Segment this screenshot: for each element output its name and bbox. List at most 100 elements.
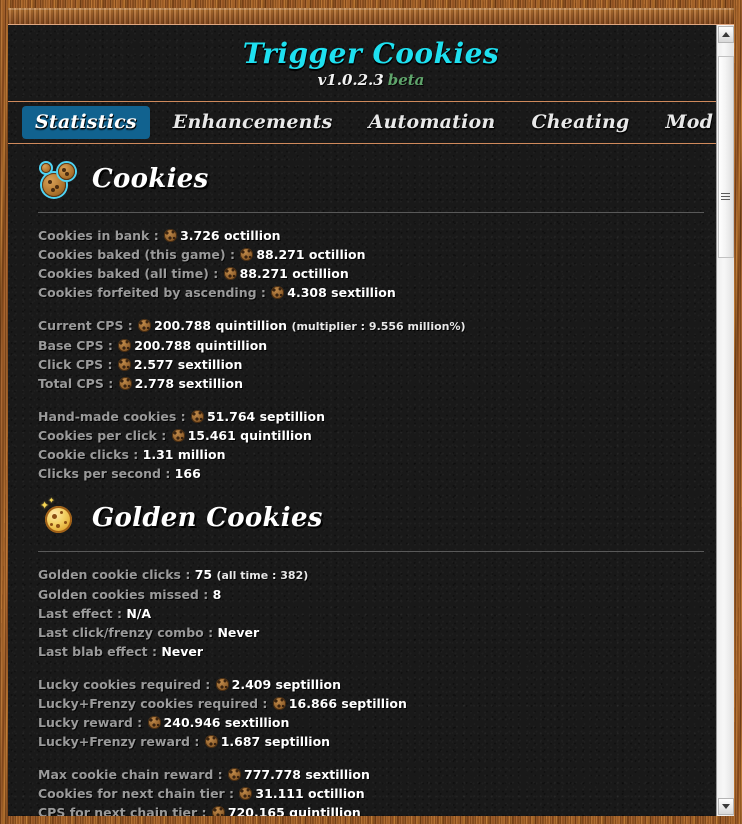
statistics-panel: Trigger Cookies v1.0.2.3 beta Statistics E… xyxy=(8,25,734,816)
cookie-icon xyxy=(147,716,161,730)
app-channel: beta xyxy=(387,71,425,90)
stat-value: Never xyxy=(161,644,204,660)
cookie-icon xyxy=(223,267,237,281)
stat-row: Base CPS : 200.788 quintillion xyxy=(38,336,704,355)
stat-value: 75 xyxy=(194,567,213,583)
stat-label: Lucky reward : xyxy=(38,715,143,731)
scroll-down-arrow-glyph xyxy=(722,804,730,809)
vertical-scrollbar[interactable] xyxy=(716,25,734,816)
stat-note: (all time : 382) xyxy=(216,569,309,583)
cookie-icon xyxy=(117,358,131,372)
tab-statistics[interactable]: Statistics xyxy=(22,106,150,140)
cookie-icon xyxy=(204,735,218,749)
stat-value: 88.271 octillion xyxy=(239,266,349,282)
tab-automation[interactable]: Automation xyxy=(356,106,509,139)
stat-row: Last blab effect : Never xyxy=(38,642,704,661)
stat-value: 31.111 octillion xyxy=(255,786,365,802)
stat-group: Max cookie chain reward : 777.778 sextil… xyxy=(38,765,704,816)
stat-value: 3.726 octillion xyxy=(180,228,281,244)
cookie-icon xyxy=(118,377,132,391)
stat-label: Cookie clicks : xyxy=(38,447,139,463)
stat-row: Cookies per click : 15.461 quintillion xyxy=(38,426,704,445)
stat-row: Clicks per second : 166 xyxy=(38,464,704,483)
stat-note: (multiplier : 9.556 million%) xyxy=(291,320,466,334)
app-version: v1.0.2.3 xyxy=(317,71,384,90)
panel-content: Cookies Cookies in bank : 3.726 octillion… xyxy=(8,144,734,816)
scroll-up-arrow-glyph xyxy=(722,32,730,37)
scroll-up-arrow-icon[interactable] xyxy=(718,26,734,43)
stat-value: 2.778 sextillion xyxy=(134,376,244,392)
cookie-icon xyxy=(272,697,286,711)
stat-group: Hand-made cookies : 51.764 septillion Coo… xyxy=(38,407,704,483)
stat-label: Clicks per second : xyxy=(38,466,171,482)
golden-cookie-icon: ✦ ✦ xyxy=(38,497,80,539)
stat-row: CPS for next chain tier : 720.165 quinti… xyxy=(38,803,704,816)
stat-label: Current CPS : xyxy=(38,318,133,334)
stat-label: Cookies in bank : xyxy=(38,228,159,244)
tab-enhancements[interactable]: Enhancements xyxy=(160,106,346,139)
cookie-icon xyxy=(138,319,152,333)
stat-label: Last effect : xyxy=(38,606,122,622)
stat-value: 15.461 quintillion xyxy=(187,428,312,444)
stat-row: Cookies forfeited by ascending : 4.308 s… xyxy=(38,283,704,302)
scrollbar-thumb-grip xyxy=(721,193,730,200)
stat-label: CPS for next chain tier : xyxy=(38,805,207,816)
stat-row: Total CPS : 2.778 sextillion xyxy=(38,374,704,393)
window-top-bevel xyxy=(8,8,734,25)
tab-cheating[interactable]: Cheating xyxy=(518,106,642,139)
stat-row: Max cookie chain reward : 777.778 sextil… xyxy=(38,765,704,784)
stat-label: Max cookie chain reward : xyxy=(38,767,223,783)
stat-label: Last blab effect : xyxy=(38,644,157,660)
stat-value: 200.788 quintillion xyxy=(134,338,268,354)
stat-value: Never xyxy=(217,625,260,641)
stat-label: Cookies for next chain tier : xyxy=(38,786,235,802)
stat-row: Current CPS : 200.788 quintillion (multi… xyxy=(38,316,704,336)
stat-row: Hand-made cookies : 51.764 septillion xyxy=(38,407,704,426)
section-title-golden-cookies: Golden Cookies xyxy=(92,503,323,534)
stat-value: 166 xyxy=(174,466,201,482)
stat-label: Cookies baked (all time) : xyxy=(38,266,219,282)
cookie-icon xyxy=(271,286,285,300)
stat-value: 1.687 septillion xyxy=(220,734,331,750)
stat-row: Cookie clicks : 1.31 million xyxy=(38,445,704,464)
stat-value: 51.764 septillion xyxy=(206,409,326,425)
cookie-icon xyxy=(215,678,229,692)
stat-row: Last effect : N/A xyxy=(38,604,704,623)
cookie-icon xyxy=(171,429,185,443)
stat-row: Last click/frenzy combo : Never xyxy=(38,623,704,642)
stat-value: 88.271 octillion xyxy=(256,247,366,263)
stat-value: 16.866 septillion xyxy=(288,696,407,712)
stat-value: 4.308 sextillion xyxy=(287,285,396,301)
stat-group: Current CPS : 200.788 quintillion (multi… xyxy=(38,316,704,393)
scrollbar-thumb[interactable] xyxy=(718,56,734,258)
stat-label: Lucky+Frenzy cookies required : xyxy=(38,696,268,712)
stat-label: Cookies forfeited by ascending : xyxy=(38,285,266,301)
section-title-cookies: Cookies xyxy=(92,164,209,195)
stat-row: Lucky+Frenzy reward : 1.687 septillion xyxy=(38,732,704,751)
sparkle-small-icon: ✦ xyxy=(48,496,55,506)
app-title: Trigger Cookies xyxy=(242,37,500,70)
stat-value: 777.778 sextillion xyxy=(244,767,370,783)
stat-row: Cookies baked (this game) : 88.271 octil… xyxy=(38,245,704,264)
stat-label: Golden cookie clicks : xyxy=(38,567,191,583)
stat-label: Hand-made cookies : xyxy=(38,409,186,425)
scroll-down-arrow-icon[interactable] xyxy=(718,798,734,815)
stat-value: 200.788 quintillion xyxy=(154,318,288,334)
stat-block-golden-cookies: Golden cookie clicks : 75 (all time : 38… xyxy=(8,552,734,816)
cookie-icon xyxy=(239,787,253,801)
stat-label: Cookies baked (this game) : xyxy=(38,247,235,263)
stat-block-cookies: Cookies in bank : 3.726 octillion Cookies… xyxy=(8,213,734,483)
wooden-window-frame: Trigger Cookies v1.0.2.3 beta Statistics E… xyxy=(0,0,742,824)
stat-value: 2.577 sextillion xyxy=(133,357,243,373)
stat-group: Cookies in bank : 3.726 octillion Cookies… xyxy=(38,226,704,302)
stat-label: Lucky+Frenzy reward : xyxy=(38,734,200,750)
stat-value: 2.409 septillion xyxy=(231,677,341,693)
stat-row: Cookies baked (all time) : 88.271 octill… xyxy=(38,264,704,283)
stat-row: Golden cookies missed : 8 xyxy=(38,585,704,604)
cookie-icon xyxy=(118,339,132,353)
app-header: Trigger Cookies v1.0.2.3 beta xyxy=(8,25,734,103)
stat-row: Click CPS : 2.577 sextillion xyxy=(38,355,704,374)
cookie-icon xyxy=(190,410,204,424)
stat-group: Golden cookie clicks : 75 (all time : 38… xyxy=(38,565,704,661)
cookie-stack-icon xyxy=(38,158,80,200)
